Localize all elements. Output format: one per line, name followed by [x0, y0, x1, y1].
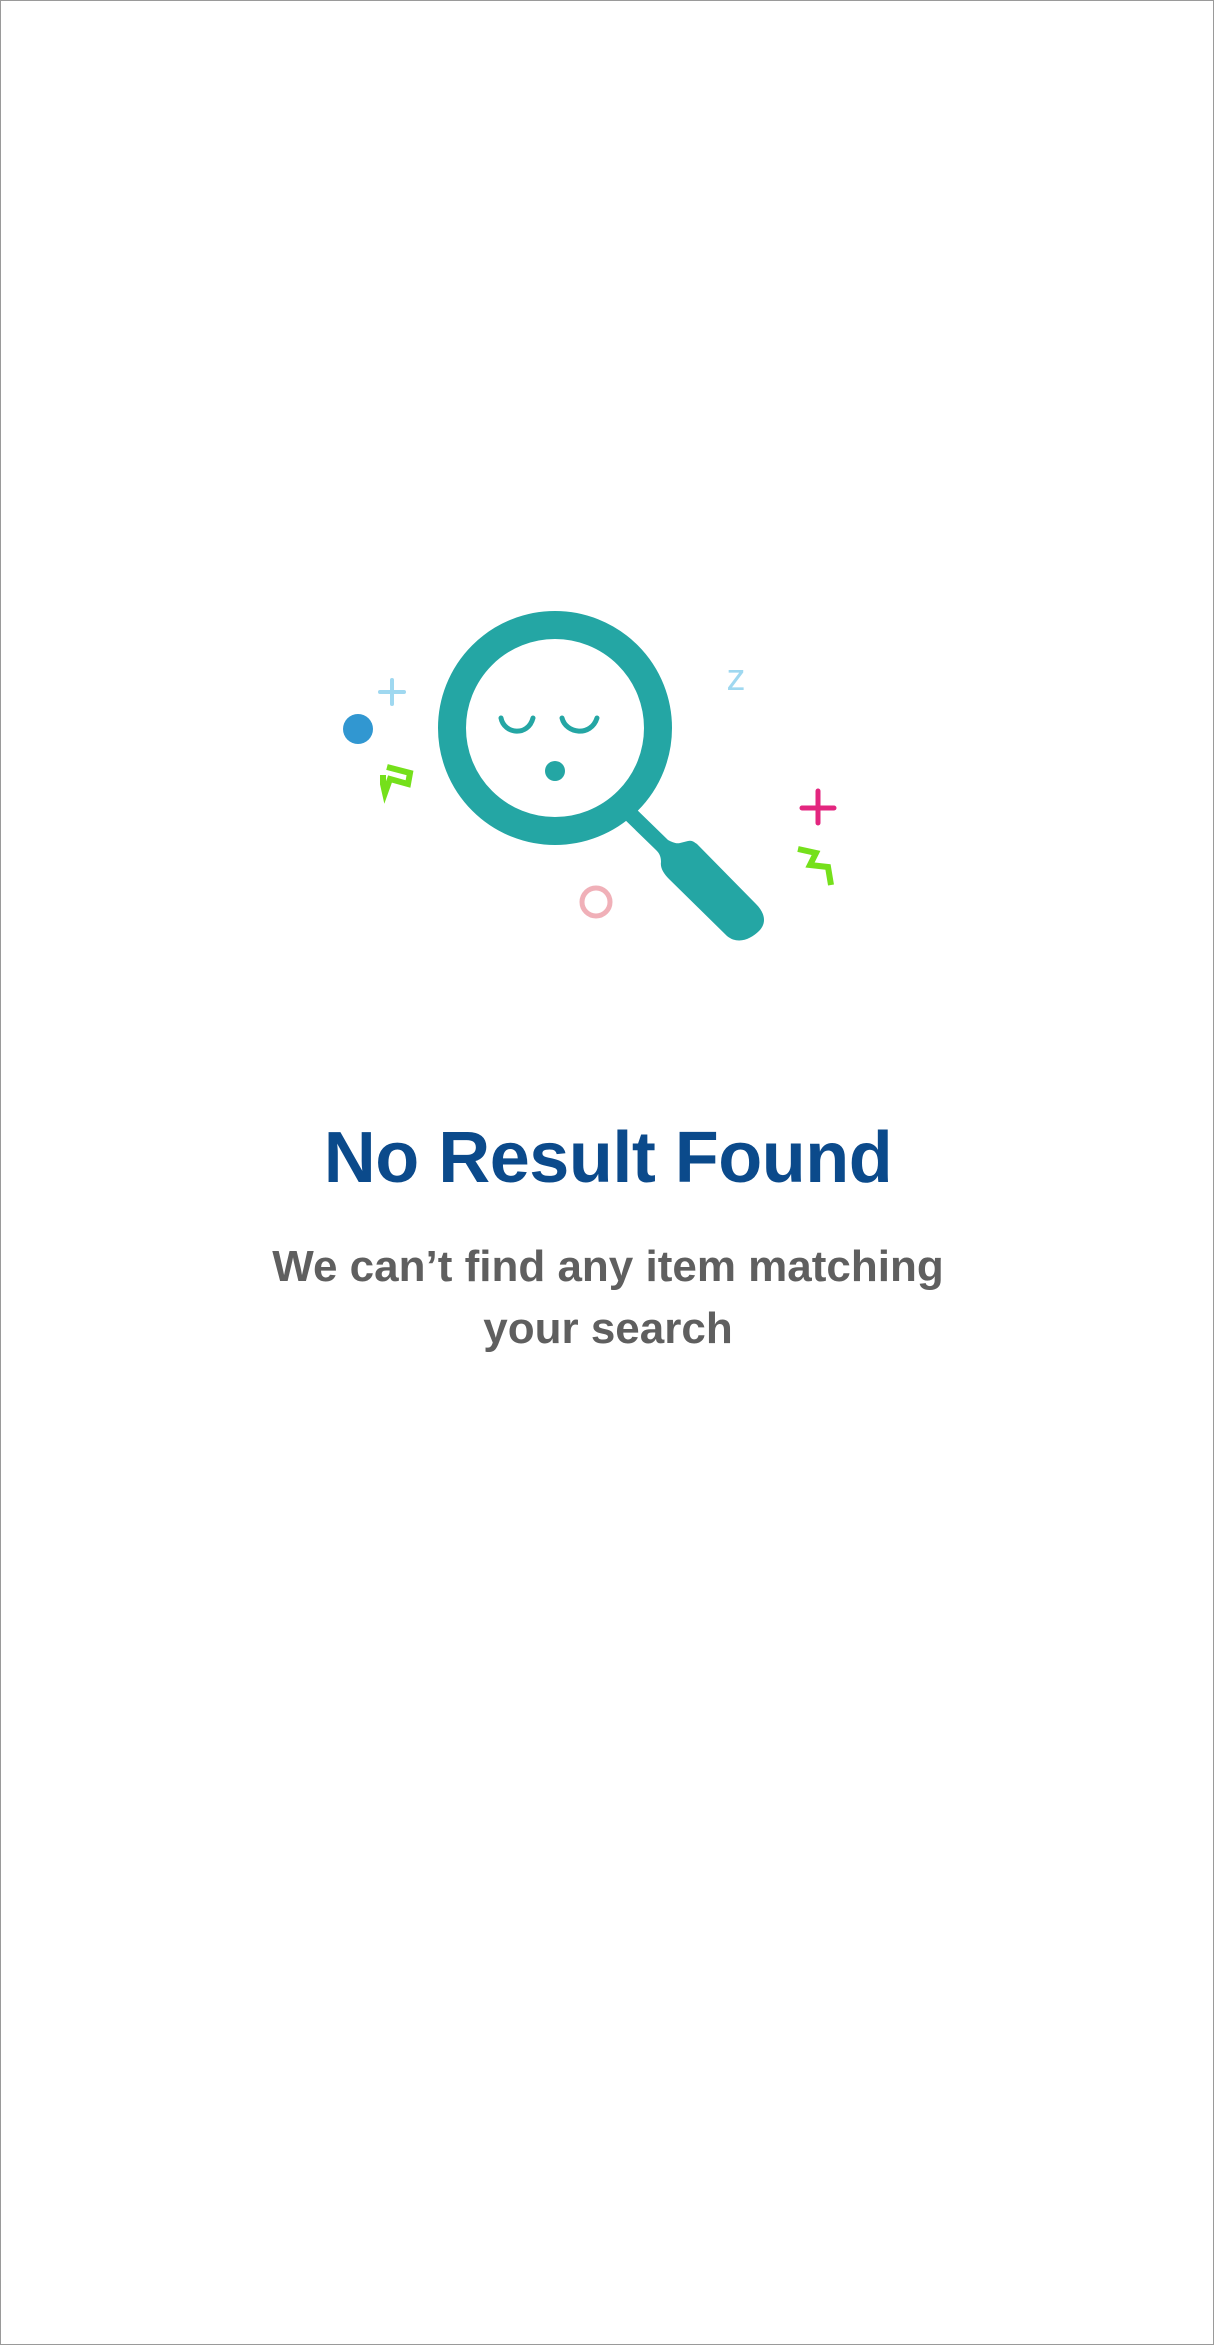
no-result-title: No Result Found: [323, 1118, 893, 1198]
lime-zigzag-icon: [380, 764, 414, 804]
sleeping-magnifying-glass-icon: z: [343, 611, 837, 941]
magnifier-handle: [620, 804, 765, 941]
no-result-message: We can’t find any item matching your sea…: [272, 1242, 944, 1353]
right-closed-eye-icon: [559, 715, 600, 734]
blue-dot-icon: [343, 714, 373, 744]
magnifier-ring: [438, 611, 672, 845]
mouth-dot-icon: [545, 761, 565, 781]
pink-ring-icon: [579, 885, 613, 919]
no-results-illustration: z: [331, 601, 851, 971]
pink-plus-icon: [799, 788, 837, 826]
light-blue-plus-icon: [378, 678, 406, 706]
lime-zigzag-right-icon: [797, 846, 834, 886]
left-closed-eye-icon: [498, 715, 536, 734]
sleep-z-icon: z: [727, 657, 746, 699]
empty-search-screen: z No Result Found We can’t find any item…: [0, 0, 1214, 2345]
